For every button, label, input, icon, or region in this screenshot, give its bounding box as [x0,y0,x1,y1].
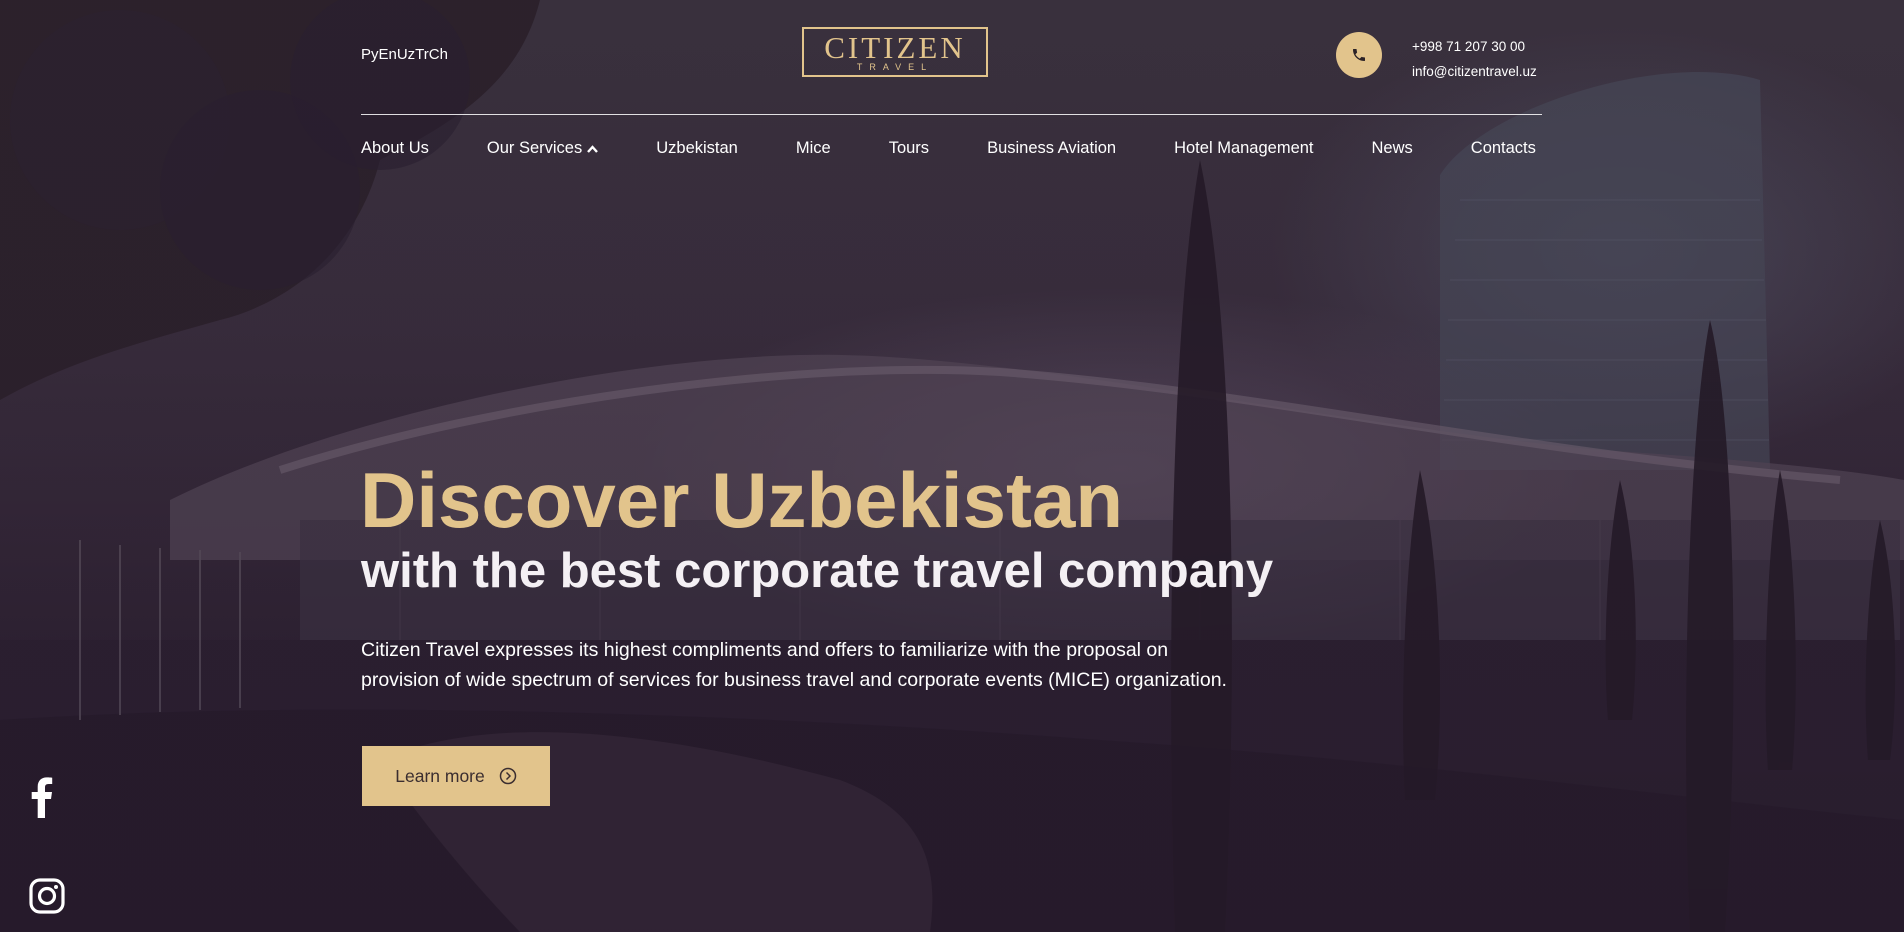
hero-description: Citizen Travel expresses its highest com… [361,635,1281,695]
instagram-icon [29,878,65,914]
hero-description-line: provision of wide spectrum of services f… [361,669,1227,691]
facebook-link[interactable] [28,776,54,823]
arrow-circle-right-icon [499,767,516,785]
nav-item-our-services[interactable]: Our Services [486,139,599,158]
hero-description-line: Citizen Travel expresses its highest com… [361,639,1169,661]
main-nav: About Us Our Services Uzbekistan Mice To… [361,139,1536,158]
nav-item-about-us[interactable]: About Us [361,139,429,158]
nav-item-tours[interactable]: Tours [889,139,929,158]
phone-button[interactable] [1336,32,1382,78]
hero-headline: Discover Uzbekistan [360,456,1123,544]
nav-item-business-aviation[interactable]: Business Aviation [987,139,1116,158]
instagram-link[interactable] [29,878,65,919]
learn-more-button[interactable]: Learn more [362,746,550,806]
nav-item-contacts[interactable]: Contacts [1471,139,1536,158]
nav-item-news[interactable]: News [1372,139,1413,158]
contact-info: +998 71 207 30 00 info@citizentravel.uz [1412,34,1537,84]
logo[interactable]: CITIZEN TRAVEL [802,27,988,77]
hero-section: PyEnUzTrCh CITIZEN TRAVEL +998 71 207 30… [0,0,1904,932]
chevron-up-icon [587,144,599,153]
nav-item-hotel-management[interactable]: Hotel Management [1174,139,1313,158]
nav-item-mice[interactable]: Mice [796,139,831,158]
header-divider [361,114,1542,115]
nav-item-uzbekistan[interactable]: Uzbekistan [656,139,738,158]
learn-more-label: Learn more [395,765,485,786]
logo-text: CITIZEN [824,30,966,65]
phone-number[interactable]: +998 71 207 30 00 [1412,34,1537,59]
language-switcher[interactable]: PyEnUzTrCh [361,46,448,63]
email-address[interactable]: info@citizentravel.uz [1412,59,1537,84]
facebook-icon [31,777,53,818]
hero-subheadline: with the best corporate travel company [361,544,1274,598]
nav-item-label: Our Services [486,139,583,157]
phone-icon [1353,49,1365,61]
